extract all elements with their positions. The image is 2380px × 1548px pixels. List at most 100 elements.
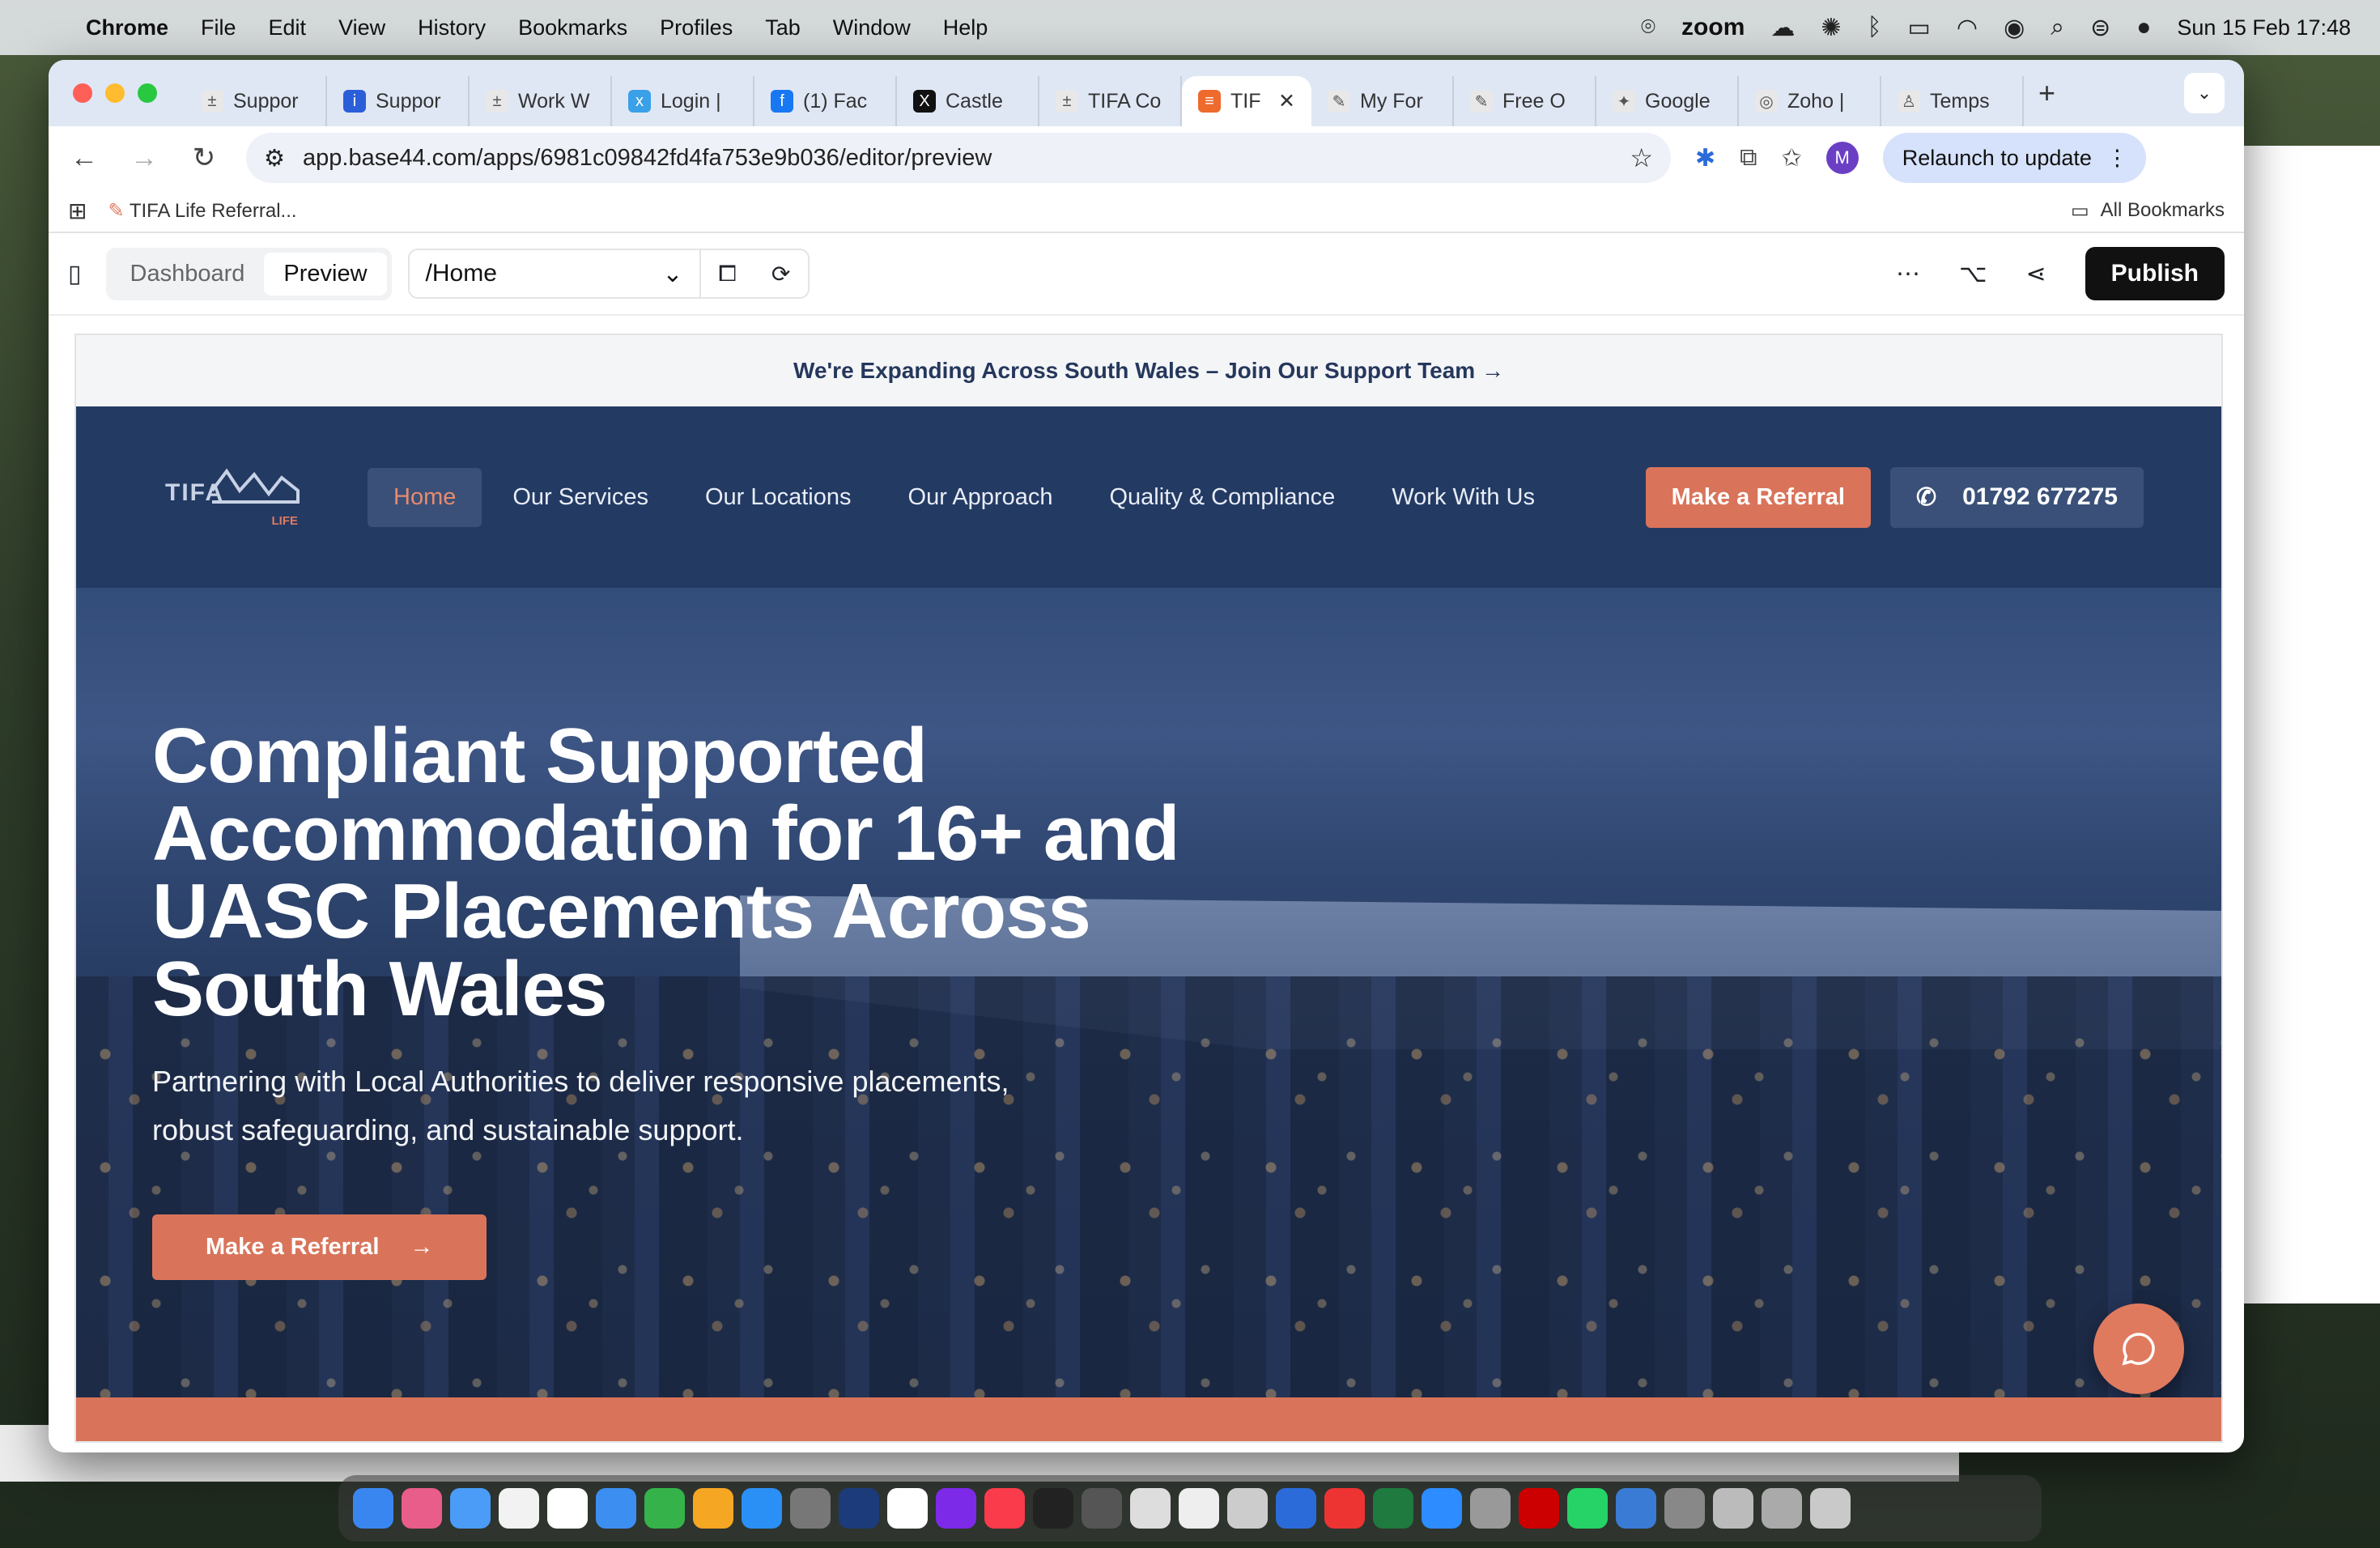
pdf-icon[interactable] (1324, 1488, 1365, 1529)
profile-avatar[interactable]: M (1825, 142, 1859, 174)
documents-icon[interactable] (1762, 1488, 1802, 1529)
forward-button[interactable]: → (126, 142, 162, 174)
preview-app-icon[interactable] (596, 1488, 636, 1529)
printer-icon[interactable] (1227, 1488, 1268, 1529)
user-icon[interactable]: ◉ (2004, 14, 2025, 42)
menu-history[interactable]: History (418, 15, 486, 40)
extensions-puzzle-icon[interactable]: ⧉ (1740, 144, 1757, 172)
browser-tab[interactable]: x Login | (612, 76, 754, 126)
menu-edit[interactable]: Edit (269, 15, 307, 40)
maximize-window-button[interactable] (138, 83, 157, 103)
all-bookmarks[interactable]: ▭ All Bookmarks (2071, 199, 2225, 223)
nav-our-locations[interactable]: Our Locations (679, 468, 878, 527)
browser-tab[interactable]: ✦ Google (1596, 76, 1739, 126)
browser-tab[interactable]: f (1) Fac (754, 76, 897, 126)
system-settings-icon[interactable] (790, 1488, 831, 1529)
nav-our-approach[interactable]: Our Approach (882, 468, 1079, 527)
screen-icon[interactable] (1470, 1488, 1511, 1529)
finder-icon[interactable] (353, 1488, 393, 1529)
menu-help[interactable]: Help (943, 15, 988, 40)
browser-tab[interactable]: X Castle (897, 76, 1039, 126)
search-icon[interactable]: ⌕ (2051, 14, 2064, 41)
zoom-status[interactable]: zoom (1681, 14, 1745, 41)
announcement-bar[interactable]: We're Expanding Across South Wales – Joi… (76, 335, 2221, 406)
make-referral-button[interactable]: Make a Referral (1645, 466, 1871, 528)
refresh-preview-icon[interactable]: ⟳ (754, 261, 808, 287)
publish-button[interactable]: Publish (2085, 247, 2225, 300)
trash-icon[interactable] (1810, 1488, 1851, 1529)
news-icon[interactable] (984, 1488, 1025, 1529)
nav-work-with-us[interactable]: Work With Us (1366, 468, 1561, 527)
terminal-icon[interactable] (1033, 1488, 1073, 1529)
menu-bookmarks[interactable]: Bookmarks (518, 15, 627, 40)
chat-button[interactable] (2093, 1303, 2184, 1394)
photo-booth-icon[interactable] (1082, 1488, 1122, 1529)
nav-home[interactable]: Home (368, 467, 482, 527)
extension-icon[interactable]: ✱ (1695, 144, 1715, 172)
outlook-icon[interactable] (1616, 1488, 1656, 1529)
browser-tab[interactable]: ✎ My For (1311, 76, 1454, 126)
browser-tab[interactable]: ± TIFA Co (1039, 76, 1182, 126)
camera-icon[interactable]: ⌾ (1641, 14, 1655, 41)
nav-quality-compliance[interactable]: Quality & Compliance (1083, 468, 1361, 527)
control-center-icon[interactable]: ⊜ (2090, 14, 2110, 42)
cloud-icon[interactable]: ☁ (1770, 14, 1795, 42)
siri-icon[interactable]: ● (2136, 14, 2151, 41)
menu-view[interactable]: View (338, 15, 385, 40)
chatgpt-icon[interactable] (547, 1488, 588, 1529)
reload-button[interactable]: ↻ (186, 142, 222, 174)
folder-stack-icon[interactable] (1664, 1488, 1705, 1529)
tab-search-button[interactable]: ⌄ (2184, 73, 2225, 113)
app-store-icon[interactable] (742, 1488, 782, 1529)
bookmarks-manager-icon[interactable]: ✩ (1782, 144, 1802, 172)
route-select[interactable]: /Home ⌄ (410, 250, 701, 297)
browser-tab[interactable]: ✎ Free O (1454, 76, 1596, 126)
apps-grid-icon[interactable]: ⊞ (68, 198, 87, 224)
textedit-icon[interactable] (1179, 1488, 1219, 1529)
zoom-app-icon[interactable] (1422, 1488, 1462, 1529)
close-window-button[interactable] (73, 83, 92, 103)
launchpad-icon[interactable] (402, 1488, 442, 1529)
relaunch-button[interactable]: Relaunch to update ⋮ (1882, 133, 2146, 183)
openai-icon[interactable]: ✺ (1821, 14, 1841, 42)
minimize-window-button[interactable] (105, 83, 125, 103)
sidebar-toggle-icon[interactable]: ▯ (68, 260, 82, 288)
browser-tab[interactable]: i Suppor (327, 76, 470, 126)
browser-tab[interactable]: ≡ TIF ✕ (1182, 76, 1311, 126)
bluetooth-app-icon[interactable] (1276, 1488, 1316, 1529)
close-tab-icon[interactable]: ✕ (1278, 89, 1295, 113)
reminders-icon[interactable] (499, 1488, 539, 1529)
downloads-icon[interactable] (1713, 1488, 1753, 1529)
bookmark-tifa-referral[interactable]: ✎ TIFA Life Referral... (108, 199, 296, 223)
browser-tab[interactable]: ± Suppor (185, 76, 327, 126)
mail-app-icon[interactable] (839, 1488, 879, 1529)
browser-tab[interactable]: ◎ Zoho | (1739, 76, 1881, 126)
more-options-icon[interactable]: ⋯ (1896, 260, 1920, 288)
browser-tab[interactable]: ± Work W (470, 76, 612, 126)
bookmark-star-icon[interactable]: ☆ (1630, 142, 1653, 173)
address-bar[interactable]: ⚙ app.base44.com/apps/6981c09842fd4fa753… (246, 133, 1671, 183)
new-tab-button[interactable]: + (2038, 76, 2055, 110)
menu-window[interactable]: Window (833, 15, 911, 40)
pages-icon[interactable] (693, 1488, 733, 1529)
nav-our-services[interactable]: Our Services (487, 468, 674, 527)
menu-tab[interactable]: Tab (765, 15, 801, 40)
chrome-icon[interactable] (887, 1488, 928, 1529)
menu-file[interactable]: File (201, 15, 236, 40)
hero-referral-button[interactable]: Make a Referral → (152, 1214, 487, 1280)
menubar-datetime[interactable]: Sun 15 Feb 17:48 (2177, 15, 2351, 40)
site-logo[interactable]: TIFA LIFE (164, 466, 300, 528)
excel-icon[interactable] (1373, 1488, 1413, 1529)
safari-icon[interactable] (450, 1488, 491, 1529)
site-info-icon[interactable]: ⚙ (264, 144, 285, 172)
phone-button[interactable]: ✆ 01792 677275 (1889, 466, 2144, 528)
canva-icon[interactable] (936, 1488, 976, 1529)
share-icon[interactable]: ⋖ (2026, 260, 2046, 288)
bluetooth-icon[interactable]: ᛒ (1868, 14, 1882, 41)
back-button[interactable]: ← (66, 142, 102, 174)
browser-tab[interactable]: ♙ Temps (1881, 76, 2024, 126)
whatsapp-icon[interactable] (1567, 1488, 1608, 1529)
calculator-icon[interactable] (1130, 1488, 1171, 1529)
menu-profiles[interactable]: Profiles (660, 15, 733, 40)
dashboard-tab[interactable]: Dashboard (111, 253, 265, 296)
